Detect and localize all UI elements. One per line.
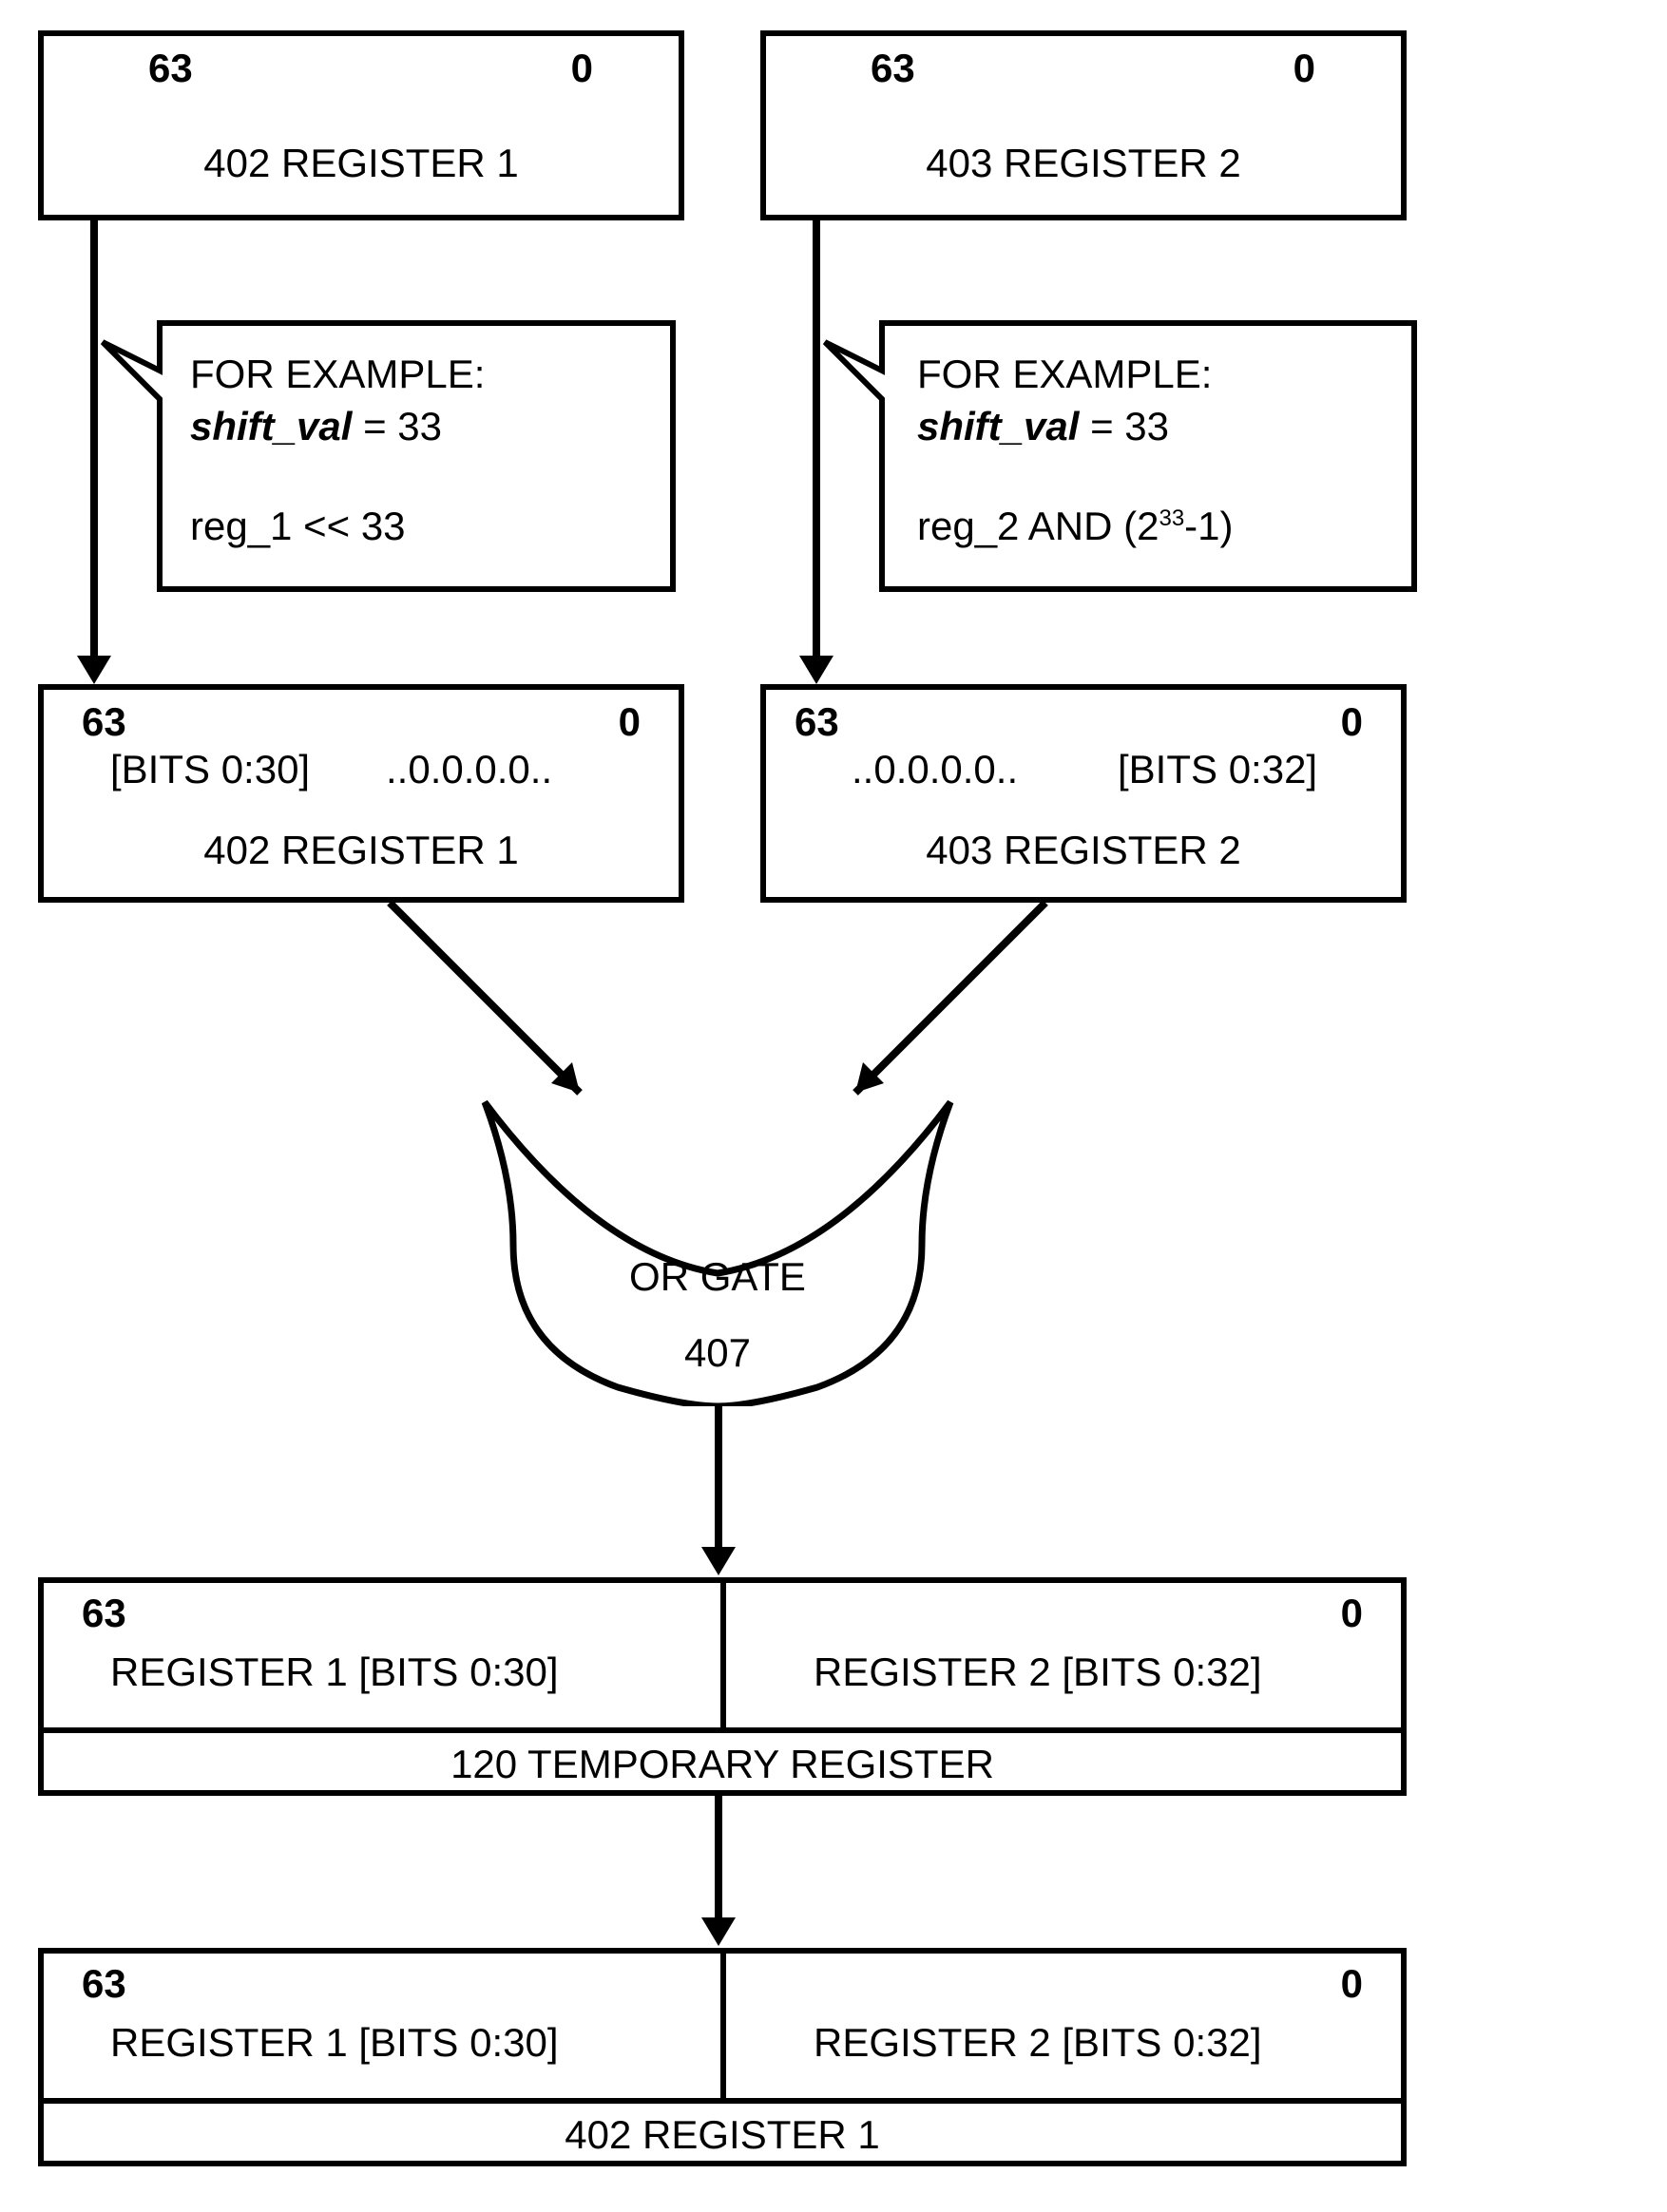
divider	[44, 1727, 1401, 1733]
exponent: 33	[1159, 505, 1184, 531]
bit-lo: 0	[1341, 1591, 1363, 1636]
bit-hi: 63	[148, 46, 193, 91]
register-label: 403 REGISTER 2	[766, 828, 1401, 873]
left-half-label: REGISTER 1 [BITS 0:30]	[110, 1649, 559, 1695]
shift-val-label: shift_val	[917, 404, 1079, 448]
bit-lo: 0	[1341, 699, 1363, 745]
or-gate-label: OR GATE	[618, 1254, 817, 1300]
zeros-content: ..0.0.0.0..	[852, 747, 1018, 792]
callout-text: shift_val = 33	[917, 404, 1169, 449]
callout-text: shift_val = 33	[190, 404, 442, 449]
register-label: 402 REGISTER 1	[44, 2112, 1401, 2158]
register-2-top: 63 0 403 REGISTER 2	[760, 30, 1407, 220]
divider	[720, 1583, 726, 1727]
arrow-head-icon	[701, 1547, 736, 1575]
right-half-label: REGISTER 2 [BITS 0:32]	[814, 2020, 1262, 2066]
zeros-content: ..0.0.0.0..	[386, 747, 552, 792]
left-half-label: REGISTER 1 [BITS 0:30]	[110, 2020, 559, 2066]
shift-val-label: shift_val	[190, 404, 352, 448]
bit-lo: 0	[619, 699, 641, 745]
register-label: 402 REGISTER 1	[44, 141, 679, 186]
bit-hi: 63	[871, 46, 915, 91]
temporary-register: 63 0 REGISTER 1 [BITS 0:30] REGISTER 2 […	[38, 1577, 1407, 1796]
value: = 33	[352, 404, 442, 448]
or-gate-number: 407	[618, 1330, 817, 1376]
register-label: 403 REGISTER 2	[766, 141, 1401, 186]
bit-hi: 63	[795, 699, 839, 745]
callout-text: reg_1 << 33	[190, 504, 406, 549]
register-label: 120 TEMPORARY REGISTER	[44, 1742, 1401, 1787]
callout-text: FOR EXAMPLE:	[917, 352, 1212, 397]
divider	[720, 1954, 726, 2098]
arrow-line	[90, 220, 98, 658]
callout-text: FOR EXAMPLE:	[190, 352, 485, 397]
text: reg_2 AND (2	[917, 504, 1159, 548]
value: = 33	[1079, 404, 1169, 448]
register-label: 402 REGISTER 1	[44, 828, 679, 873]
register-1-mid: 63 0 [BITS 0:30] ..0.0.0.0.. 402 REGISTE…	[38, 684, 684, 903]
register-2-mid: 63 0 ..0.0.0.0.. [BITS 0:32] 403 REGISTE…	[760, 684, 1407, 903]
diagram-canvas: 63 0 402 REGISTER 1 63 0 403 REGISTER 2 …	[0, 0, 1667, 2212]
bits-content: [BITS 0:32]	[1118, 747, 1317, 792]
bit-hi: 63	[82, 699, 126, 745]
callout-text: reg_2 AND (233-1)	[917, 504, 1234, 549]
bits-content: [BITS 0:30]	[110, 747, 310, 792]
register-1-top: 63 0 402 REGISTER 1	[38, 30, 684, 220]
arrow-head-icon	[701, 1917, 736, 1946]
right-half-label: REGISTER 2 [BITS 0:32]	[814, 1649, 1262, 1695]
arrow-line	[715, 1796, 722, 1919]
bit-lo: 0	[1341, 1961, 1363, 2007]
text: -1)	[1184, 504, 1233, 548]
arrow-head-icon	[77, 656, 111, 684]
arrow-line	[715, 1406, 722, 1549]
bit-lo: 0	[1293, 46, 1315, 91]
bit-hi: 63	[82, 1961, 126, 2007]
bit-lo: 0	[571, 46, 593, 91]
arrow-line	[813, 220, 820, 658]
arrow-head-icon	[799, 656, 834, 684]
final-register: 63 0 REGISTER 1 [BITS 0:30] REGISTER 2 […	[38, 1948, 1407, 2166]
bit-hi: 63	[82, 1591, 126, 1636]
divider	[44, 2098, 1401, 2104]
